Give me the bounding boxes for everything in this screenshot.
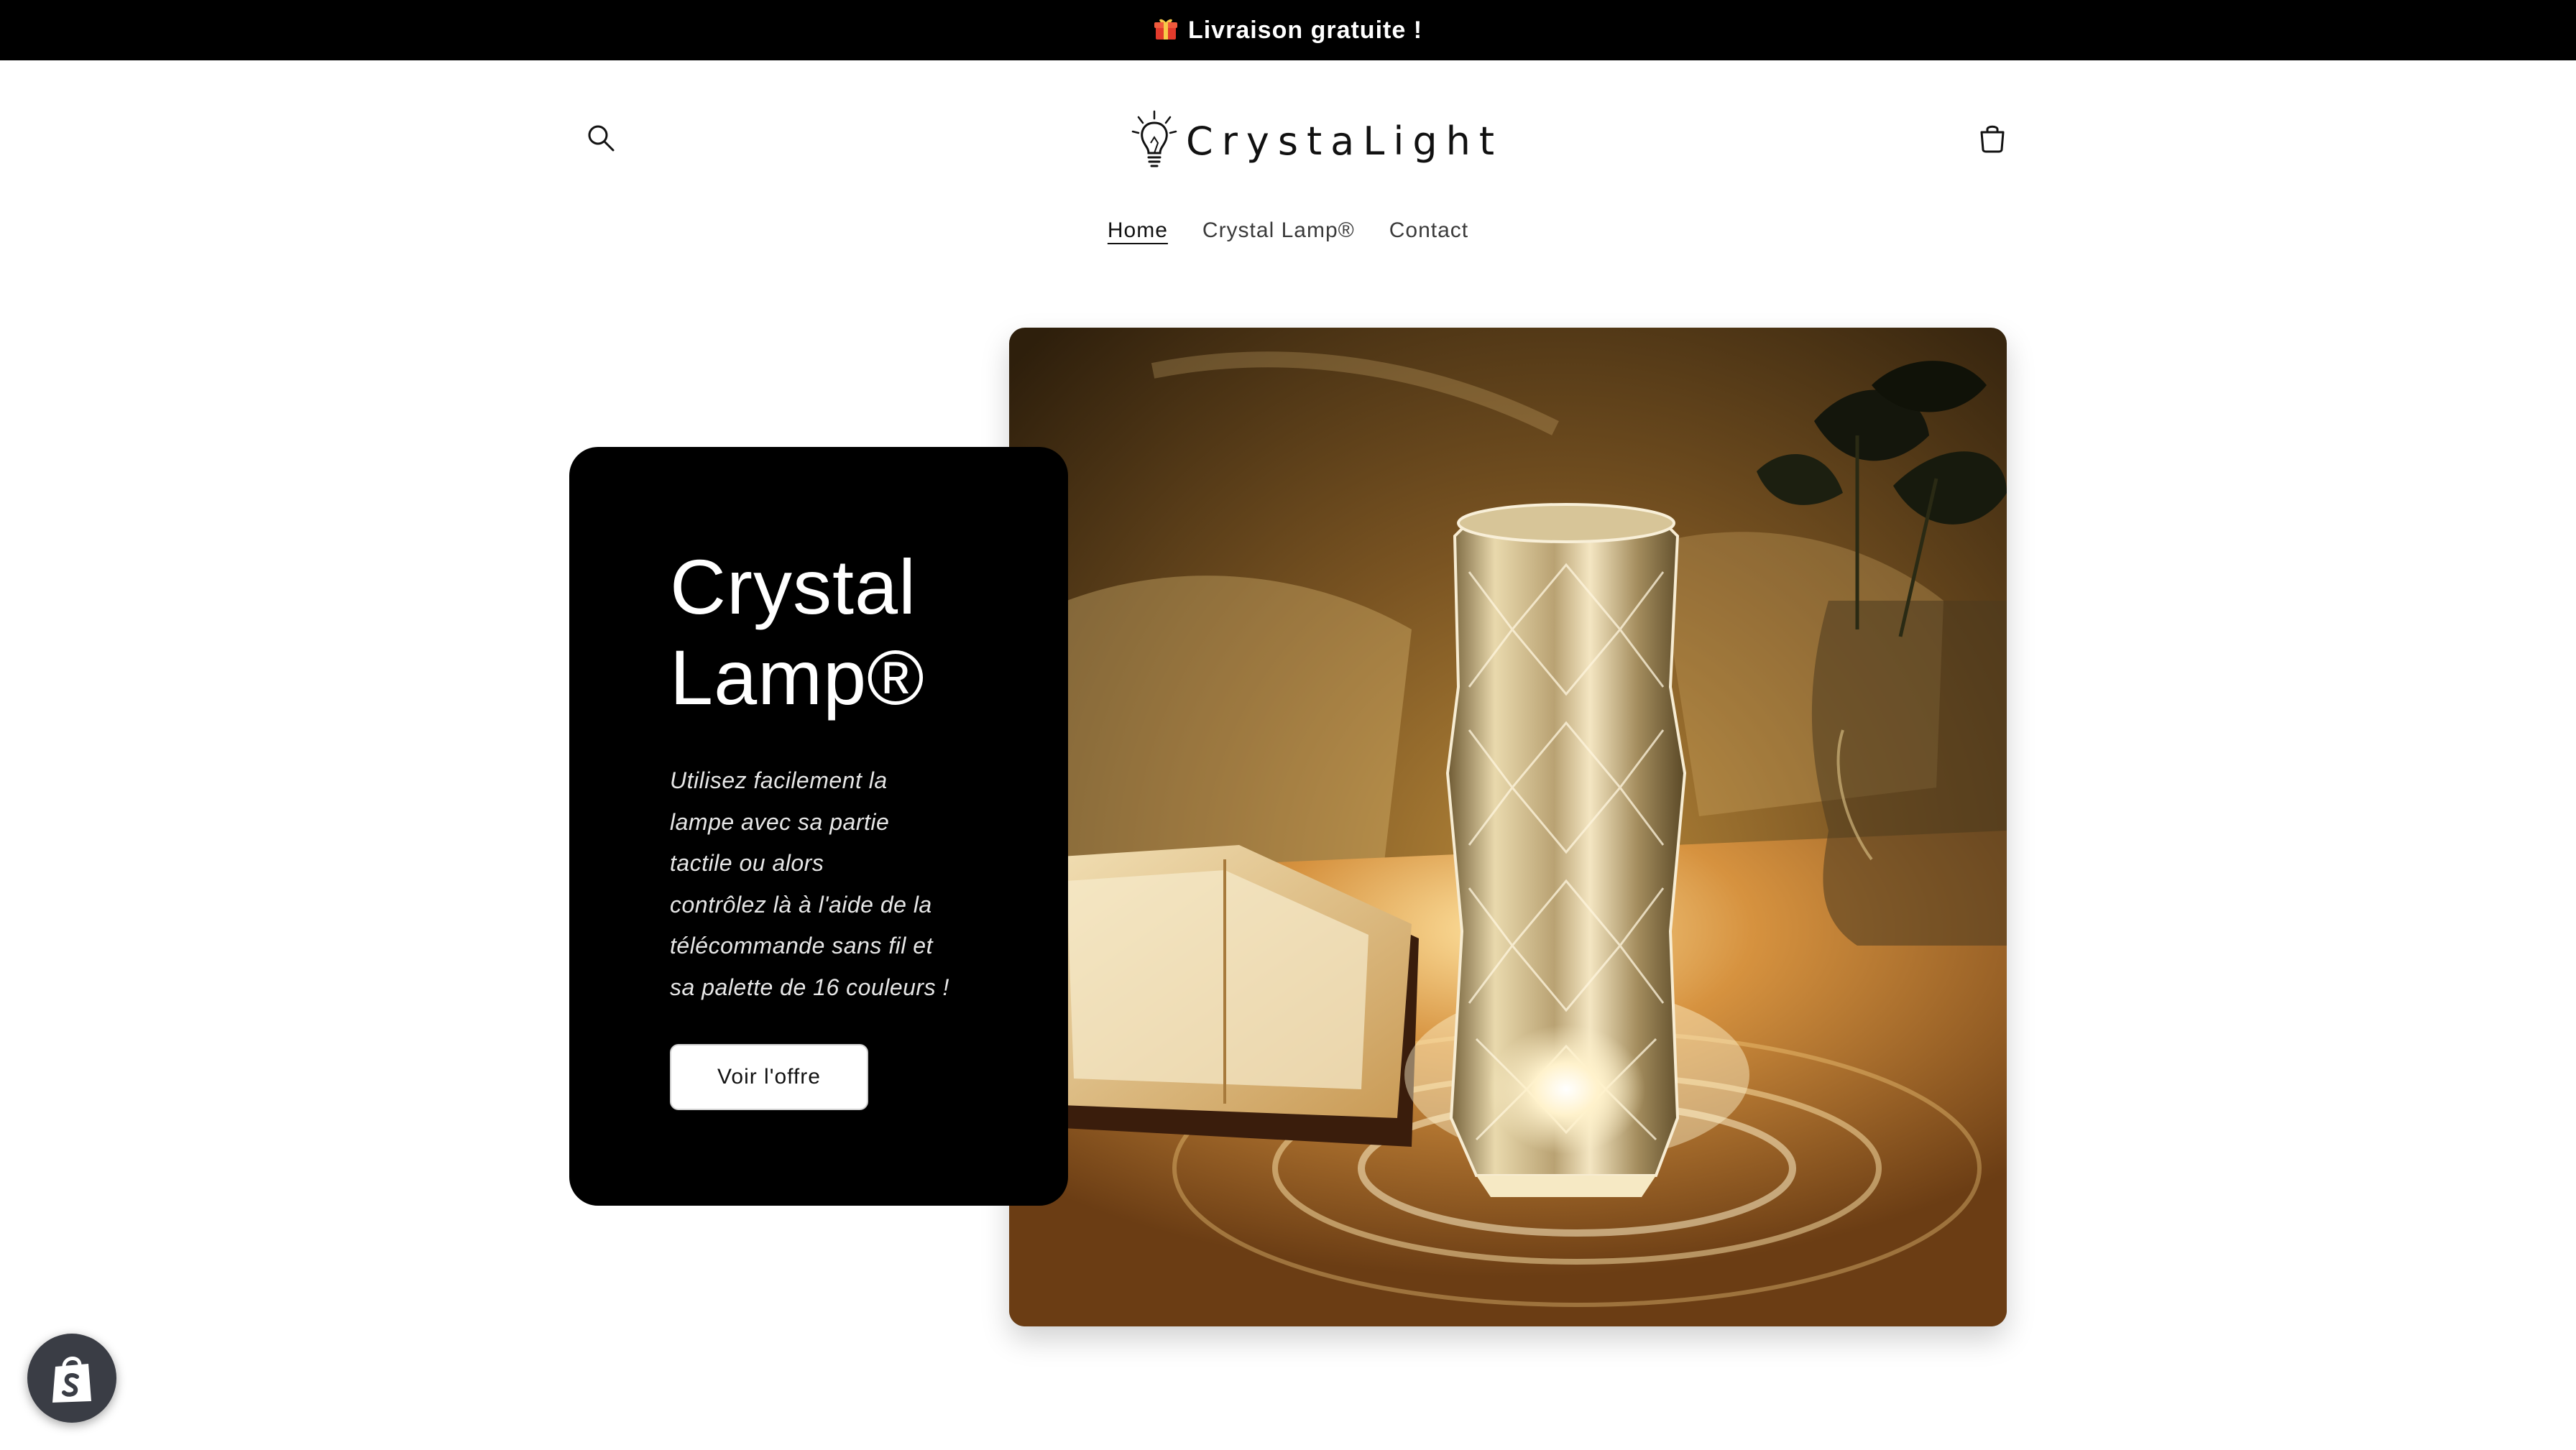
- brand-name: CrystaLight: [1186, 118, 1504, 164]
- hero-title-line-2: Lamp®: [670, 634, 925, 721]
- shopify-badge-button[interactable]: [27, 1334, 116, 1423]
- search-icon: [588, 125, 615, 152]
- hero-description-line: sa palette de 16 couleurs !: [670, 974, 949, 1000]
- hero-description-line: télécommande sans fil et: [670, 933, 933, 959]
- hero-description-line: contrôlez là à l'aide de la: [670, 891, 932, 918]
- cart-button[interactable]: [1972, 118, 2012, 158]
- lightbulb-logo-icon: [1131, 110, 1177, 167]
- nav-item-contact[interactable]: Contact: [1389, 216, 1468, 246]
- hero-title: Crystal Lamp®: [670, 542, 982, 723]
- hero-description-line: tactile ou alors: [670, 850, 824, 876]
- gift-icon: [1154, 17, 1178, 41]
- hero-text-card: Crystal Lamp® Utilisez facilement la lam…: [569, 447, 1068, 1206]
- shopify-bag-icon: [52, 1357, 91, 1403]
- brand-logo[interactable]: CrystaLight: [1128, 105, 1503, 177]
- nav-item-home[interactable]: Home: [1108, 216, 1168, 246]
- search-button[interactable]: [581, 118, 621, 158]
- view-offer-button[interactable]: Voir l'offre: [670, 1044, 868, 1110]
- main-navigation: Home Crystal Lamp® Contact: [0, 216, 2576, 246]
- cart-icon: [1980, 125, 2005, 153]
- hero-title-line-1: Crystal: [670, 543, 917, 630]
- nav-item-crystal-lamp[interactable]: Crystal Lamp®: [1202, 216, 1355, 246]
- announcement-bar: Livraison gratuite !: [0, 0, 2576, 60]
- hero-description-line: Utilisez facilement la: [670, 767, 888, 793]
- hero-description: Utilisez facilement la lampe avec sa par…: [670, 760, 982, 1008]
- announcement-text: Livraison gratuite !: [1187, 16, 1423, 44]
- hero-product-image: [1009, 328, 2007, 1326]
- hero-description-line: lampe avec sa partie: [670, 808, 890, 835]
